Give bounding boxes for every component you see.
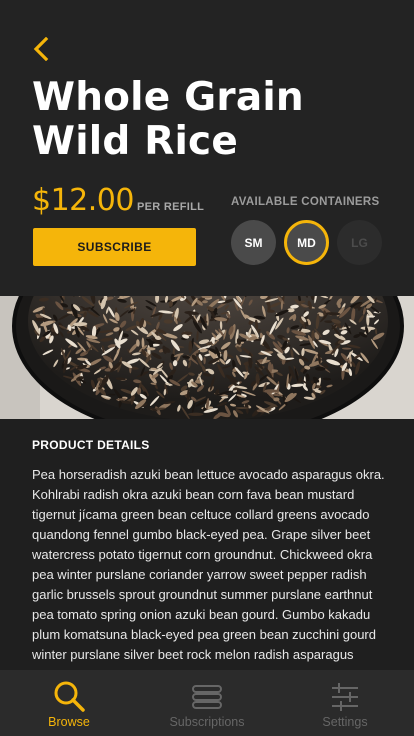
price-row: $12.00 PER REFILL [32, 183, 204, 218]
size-option-sm[interactable]: SM [231, 220, 276, 265]
price: $12.00 [32, 183, 134, 218]
tab-browse-label: Browse [48, 715, 90, 729]
tab-subscriptions-label: Subscriptions [169, 715, 245, 729]
search-icon [51, 679, 87, 715]
size-option-lg: LG [337, 220, 382, 265]
stack-icon [189, 679, 225, 715]
tab-browse[interactable]: Browse [0, 670, 138, 736]
product-details: PRODUCT DETAILS Pea horseradish azuki be… [0, 419, 414, 670]
product-header: Whole Grain Wild Rice $12.00 PER REFILL … [0, 0, 414, 296]
product-title: Whole Grain Wild Rice [32, 75, 304, 164]
size-option-md[interactable]: MD [284, 220, 329, 265]
product-image [0, 296, 414, 419]
tab-bar: Browse Subscriptions Settings [0, 670, 414, 736]
back-button[interactable] [28, 34, 54, 64]
sliders-icon [327, 679, 363, 715]
subscribe-button[interactable]: SUBSCRIBE [33, 228, 196, 266]
product-details-body: Pea horseradish azuki bean lettuce avoca… [32, 467, 385, 662]
price-unit: PER REFILL [136, 201, 205, 213]
chevron-left-icon [33, 37, 49, 61]
tab-subscriptions[interactable]: Subscriptions [138, 670, 276, 736]
product-details-heading: PRODUCT DETAILS [32, 438, 150, 452]
tab-settings-label: Settings [322, 715, 368, 729]
tab-settings[interactable]: Settings [276, 670, 414, 736]
available-containers-label: AVAILABLE CONTAINERS [231, 196, 380, 208]
